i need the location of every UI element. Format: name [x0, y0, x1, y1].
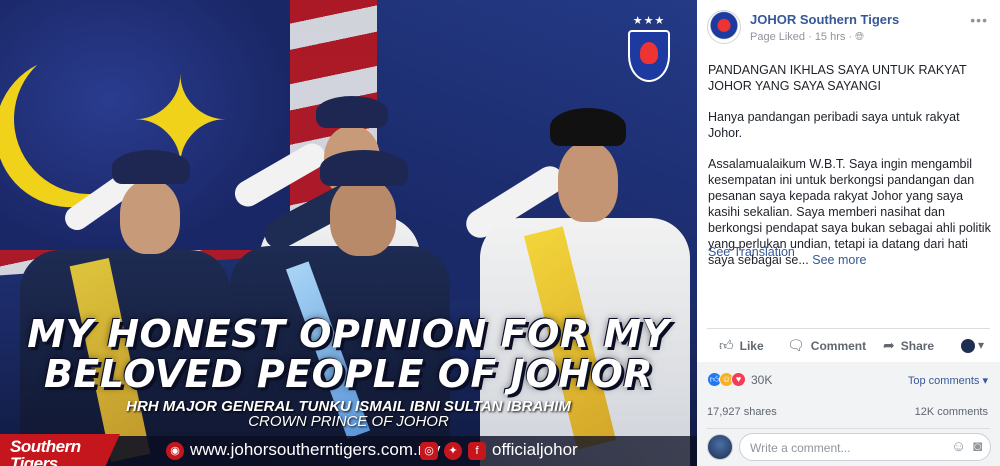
comments-count[interactable]: 12K comments	[915, 406, 988, 418]
like-label: Like	[739, 338, 764, 353]
club-crest: ★★★	[626, 14, 672, 84]
globe-icon: 🌐︎	[855, 31, 864, 43]
page-avatar[interactable]	[707, 10, 741, 44]
more-options-icon[interactable]: •••	[970, 12, 988, 28]
reactions-summary[interactable]: 👍︎ ☺ ♥ 30K	[707, 372, 772, 387]
emoji-icon[interactable]: ☺	[951, 438, 966, 455]
user-avatar	[707, 434, 733, 460]
social-handle-text: officialjohor	[492, 440, 578, 459]
post-meta-text[interactable]: Page Liked · 15 hrs ·	[750, 31, 855, 43]
comment-icon: 🗨︎	[787, 337, 805, 353]
love-reaction-icon: ♥	[731, 372, 746, 387]
website-text: www.johorsoutherntigers.com.my	[190, 440, 441, 459]
headline-line-1: MY HONEST OPINION FOR MY	[27, 312, 670, 356]
post-photo[interactable]: ✦ ★★★ MY HONEST OPINION FOR MY BELOVED P…	[0, 0, 697, 466]
post-as-selector[interactable]: ▾	[960, 338, 984, 353]
post-title: PANDANGAN IKHLAS SAYA UNTUK RAKYAT JOHOR…	[708, 63, 967, 93]
camera-icon[interactable]: ◙	[973, 438, 982, 455]
page-avatar-small-icon	[960, 338, 975, 353]
see-more-link[interactable]: See more	[812, 253, 866, 267]
reaction-count: 30K	[751, 372, 773, 387]
like-button[interactable]: 👍︎ Like	[719, 337, 764, 354]
headline-line-2: BELOVED PEOPLE OF JOHOR	[43, 352, 654, 396]
instagram-icon: ◎	[420, 442, 438, 460]
crest-shield-icon	[628, 30, 670, 82]
divider	[707, 328, 990, 329]
crest-stars: ★★★	[632, 15, 666, 27]
twitter-icon: ✦	[444, 442, 462, 460]
post-meta: Page Liked · 15 hrs · 🌐︎	[750, 31, 864, 44]
reactions-section: 👍︎ ☺ ♥ 30K Top comments ▾ 17,927 shares …	[697, 362, 1000, 466]
logo-text: Southern Tigers	[10, 437, 81, 466]
southern-tigers-logo: Southern Tigers	[0, 434, 120, 466]
post-intro: Hanya pandangan peribadi saya untuk raky…	[708, 110, 960, 140]
share-icon: ➦	[883, 337, 895, 353]
action-bar: 👍︎ Like 🗨︎ Comment ➦ Share ▾	[697, 330, 1000, 360]
post-header: JOHOR Southern Tigers Page Liked · 15 hr…	[697, 0, 1000, 56]
globe-icon: ◉	[166, 442, 184, 460]
subline-title: CROWN PRINCE OF JOHOR	[248, 413, 449, 430]
chevron-down-icon: ▾	[977, 338, 984, 352]
share-button[interactable]: ➦ Share	[883, 337, 934, 354]
top-comments-dropdown[interactable]: Top comments ▾	[908, 374, 988, 387]
divider	[707, 428, 990, 429]
comment-button[interactable]: 🗨︎ Comment	[787, 337, 866, 354]
share-label: Share	[900, 338, 935, 353]
comment-placeholder: Write a comment...	[750, 441, 851, 455]
see-translation-link[interactable]: See Translation	[708, 245, 795, 259]
shares-count[interactable]: 17,927 shares	[707, 406, 777, 418]
thumbs-up-icon: 👍︎	[719, 337, 734, 353]
comment-label: Comment	[810, 338, 867, 353]
page-name-link[interactable]: JOHOR Southern Tigers	[750, 12, 899, 27]
facebook-icon: f	[468, 442, 486, 460]
